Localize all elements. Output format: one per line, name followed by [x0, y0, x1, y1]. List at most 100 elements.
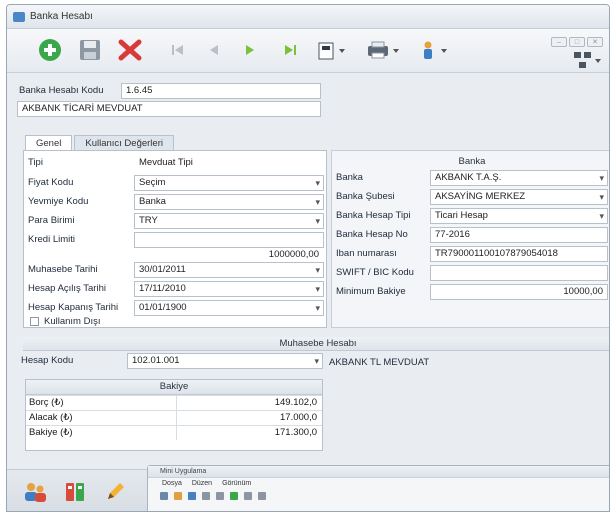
next-record-button[interactable] [239, 39, 261, 61]
mini-tool-icon[interactable] [202, 492, 210, 500]
delete-icon [118, 39, 142, 61]
mini-tool-icon[interactable] [230, 492, 238, 500]
table-row: Bakiye (₺) 171.300,0 [26, 425, 322, 440]
bank-panel-title: Banka [458, 156, 486, 167]
opening-date-select[interactable]: 17/11/2010 [134, 281, 324, 297]
general-panel: Tipi Mevduat Tipi Fiyat Kodu Seçim Yevmi… [23, 150, 327, 328]
balance-row-label: Alacak (₺) [29, 412, 73, 423]
mini-window-title: Mini Uygulama [148, 466, 609, 478]
template-button[interactable] [315, 37, 349, 63]
credit-limit-amount: 1000000,00 [268, 249, 319, 260]
table-row: Borç (₺) 149.102,0 [26, 395, 322, 410]
field-label: Banka Hesap No [336, 229, 408, 240]
next-record-icon [246, 45, 254, 55]
field-label: Tipi [28, 157, 43, 168]
user-button[interactable] [417, 37, 451, 63]
mini-menu-item[interactable]: Dosya [162, 478, 182, 489]
field-label: Fiyat Kodu [28, 177, 74, 188]
mini-menu-item[interactable]: Düzen [192, 478, 212, 489]
toolbar: – □ ✕ [7, 29, 609, 73]
maximize-button[interactable]: □ [569, 37, 585, 47]
mini-tool-icon[interactable] [244, 492, 252, 500]
price-code-select[interactable]: Seçim [134, 175, 324, 191]
account-name-field[interactable]: AKBANK TİCARİ MEVDUAT [17, 101, 321, 117]
accounting-code-field[interactable]: 102.01.001 [127, 353, 323, 369]
field-label: Iban numarası [336, 248, 397, 259]
balance-panel: Bakiye Borç (₺) 149.102,0 Alacak (₺) 17.… [25, 379, 323, 451]
bank-account-window: Banka Hesabı – □ ✕ Banka Hesabı Kodu 1.6… [6, 4, 610, 512]
window-controls: – □ ✕ [551, 37, 603, 47]
first-record-button[interactable] [167, 39, 189, 61]
balance-row-value: 149.102,0 [176, 396, 320, 410]
balance-row-label: Borç (₺) [29, 397, 64, 408]
field-label: Para Birimi [28, 215, 75, 226]
field-label: Hesap Açılış Tarihi [28, 283, 106, 294]
swift-field[interactable] [430, 265, 608, 281]
edit-button[interactable] [101, 478, 129, 506]
last-record-button[interactable] [279, 39, 301, 61]
table-row: Alacak (₺) 17.000,0 [26, 410, 322, 425]
mini-tool-icon[interactable] [216, 492, 224, 500]
field-label: Hesap Kapanış Tarihi [28, 302, 119, 313]
mini-tool-icon[interactable] [258, 492, 266, 500]
field-label: Kredi Limiti [28, 234, 75, 245]
mini-window-menu: Dosya Düzen Görünüm [148, 478, 609, 489]
save-icon [80, 40, 100, 60]
title-bar: Banka Hesabı [7, 5, 609, 29]
accounting-code-label: Hesap Kodu [21, 355, 74, 366]
mini-tool-icon[interactable] [188, 492, 196, 500]
template-icon [318, 42, 345, 60]
balance-row-value: 171.300,0 [176, 426, 320, 440]
add-icon [39, 39, 61, 61]
balance-row-label: Bakiye (₺) [29, 427, 73, 438]
previous-record-icon [210, 45, 218, 55]
field-label: Banka [336, 172, 363, 183]
account-code-field[interactable]: 1.6.45 [121, 83, 321, 99]
account-code-label: Banka Hesabı Kodu [19, 85, 104, 96]
tab-general[interactable]: Genel [25, 135, 73, 151]
previous-record-button[interactable] [203, 39, 225, 61]
type-value: Mevduat Tipi [134, 155, 324, 171]
currency-select[interactable]: TRY [134, 213, 324, 229]
last-record-icon [285, 45, 296, 55]
network-button[interactable] [569, 49, 603, 71]
print-icon [368, 41, 399, 59]
bank-account-type-select[interactable]: Ticari Hesap [430, 208, 608, 224]
delete-button[interactable] [115, 35, 145, 65]
credit-limit-field[interactable] [134, 232, 324, 248]
minimize-button[interactable]: – [551, 37, 567, 47]
field-label: SWIFT / BIC Kodu [336, 267, 414, 278]
window-title: Banka Hesabı [30, 11, 93, 22]
balance-title: Bakiye [26, 380, 322, 395]
field-label: Muhasebe Tarihi [28, 264, 98, 275]
out-of-use-checkbox[interactable] [30, 317, 39, 326]
closing-date-select[interactable]: 01/01/1900 [134, 300, 324, 316]
field-label: Yevmiye Kodu [28, 196, 89, 207]
field-label: Minimum Bakiye [336, 286, 406, 297]
user-icon [424, 41, 447, 59]
journal-code-select[interactable]: Banka [134, 194, 324, 210]
print-button[interactable] [363, 37, 403, 63]
add-button[interactable] [35, 35, 65, 65]
mini-window: Mini Uygulama Dosya Düzen Görünüm [147, 465, 609, 511]
out-of-use-label: Kullanım Dışı [44, 316, 101, 327]
tab-strip: Genel Kullanıcı Değerleri [25, 135, 176, 151]
mini-menu-item[interactable]: Görünüm [222, 478, 251, 489]
close-button[interactable]: ✕ [587, 37, 603, 47]
tab-user-values[interactable]: Kullanıcı Değerleri [74, 135, 174, 151]
bank-branch-select[interactable]: AKSAYİNG MERKEZ [430, 189, 608, 205]
first-record-icon [172, 45, 183, 55]
save-button[interactable] [75, 35, 105, 65]
bank-select[interactable]: AKBANK T.A.Ş. [430, 170, 608, 186]
mini-tool-icon[interactable] [174, 492, 182, 500]
iban-field[interactable]: TR790001100107879054018 [430, 246, 608, 262]
bank-account-no-field[interactable]: 77-2016 [430, 227, 608, 243]
network-icon [574, 52, 601, 68]
accounting-date-select[interactable]: 30/01/2011 [134, 262, 324, 278]
app-icon [13, 11, 25, 22]
users-button[interactable] [21, 478, 49, 506]
documents-icon [66, 483, 84, 501]
mini-tool-icon[interactable] [160, 492, 168, 500]
minimum-balance-field[interactable]: 10000,00 [430, 284, 608, 300]
documents-button[interactable] [61, 478, 89, 506]
